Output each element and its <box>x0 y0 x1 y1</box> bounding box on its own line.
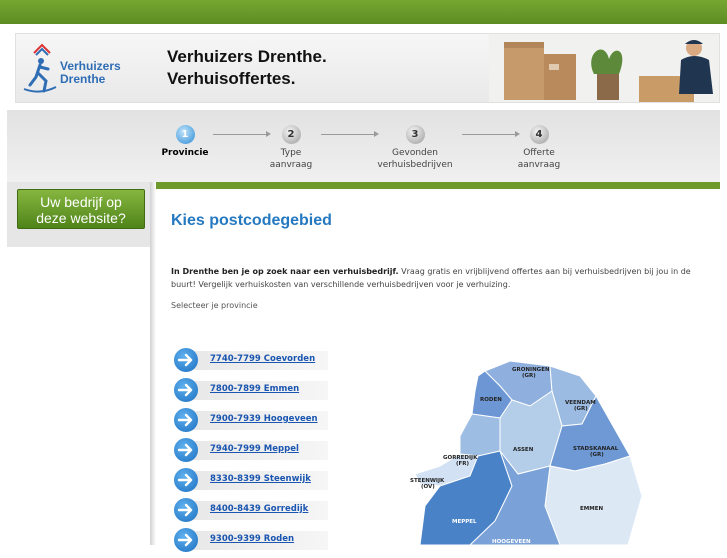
postcode-link[interactable]: 7940-7999 Meppel <box>210 444 299 454</box>
step-3-label-line-1: Gevonden <box>391 148 438 158</box>
arrow-right-icon[interactable] <box>174 348 198 372</box>
step-2-badge: 2 <box>281 125 301 144</box>
postcode-link[interactable]: 9300-9399 Roden <box>210 534 294 544</box>
step-1-label: Provincie <box>161 148 209 158</box>
header-tagline: Verhuizers Drenthe. Verhuisoffertes. <box>167 46 327 90</box>
step-offerte-aanvraag: 4 Offerte aanvraag <box>489 125 589 171</box>
step-4-label-line-2: aanvraag <box>517 160 561 170</box>
postcode-item-roden[interactable]: 9300-9399 Roden <box>174 528 334 552</box>
step-4-badge: 4 <box>529 125 549 144</box>
map-label-roden: RODEN <box>480 397 502 403</box>
progress-steps: 1 Provincie 2 Type aanvraag 3 Gevonden v… <box>7 110 720 182</box>
drenthe-map: GRONINGEN (GR) RODEN VEENDAM (GR) ASSEN … <box>410 360 643 545</box>
postcode-link[interactable]: 7740-7799 Coevorden <box>210 354 315 364</box>
page-title: Kies postcodegebied <box>171 212 332 229</box>
postcode-item-steenwijk[interactable]: 8330-8399 Steenwijk <box>174 468 334 492</box>
content-top-strip <box>155 182 720 189</box>
step-gevonden-verhuisbedrijven: 3 Gevonden verhuisbedrijven <box>365 125 465 171</box>
sidebar-divider <box>150 182 156 545</box>
step-provincie: 1 Provincie <box>135 125 235 159</box>
arrow-right-icon[interactable] <box>174 408 198 432</box>
tagline-line-1: Verhuizers Drenthe. <box>167 47 327 66</box>
map-label-groningen-sub: (GR) <box>522 373 536 379</box>
map-label-stadskanaal-sub: (GR) <box>590 452 604 458</box>
step-type-aanvraag: 2 Type aanvraag <box>241 125 341 171</box>
step-1-badge: 1 <box>175 125 195 144</box>
postcode-item-meppel[interactable]: 7940-7999 Meppel <box>174 438 334 462</box>
arrow-right-icon[interactable] <box>174 378 198 402</box>
map-label-meppel: MEPPEL <box>452 519 477 525</box>
moving-boxes-photo <box>489 34 719 102</box>
step-3-label-line-2: verhuisbedrijven <box>377 160 453 170</box>
site-header: Verhuizers Drenthe Verhuizers Drenthe. V… <box>15 33 720 103</box>
logo[interactable]: Verhuizers Drenthe <box>20 39 130 99</box>
step-3-badge: 3 <box>405 125 425 144</box>
intro-bold: In Drenthe ben je op zoek naar een verhu… <box>171 267 399 276</box>
map-label-veendam-sub: (GR) <box>574 406 588 412</box>
top-bar <box>0 0 727 24</box>
select-province-label: Selecteer je provincie <box>171 301 258 310</box>
postcode-item-gorredijk[interactable]: 8400-8439 Gorredijk <box>174 498 334 522</box>
tagline-line-2: Verhuisoffertes. <box>167 69 296 88</box>
arrow-right-icon[interactable] <box>174 438 198 462</box>
postcode-item-emmen[interactable]: 7800-7899 Emmen <box>174 378 334 402</box>
postcode-link[interactable]: 7900-7939 Hoogeveen <box>210 414 318 424</box>
step-4-label-line-1: Offerte <box>523 148 555 158</box>
advertise-button-line-1: Uw bedrijf op <box>40 194 122 210</box>
advertise-button-line-2: deze website? <box>36 210 126 226</box>
map-region-gorredijk[interactable] <box>459 413 501 457</box>
intro-text: In Drenthe ben je op zoek naar een verhu… <box>171 265 701 291</box>
step-2-label-line-1: Type <box>280 148 302 158</box>
map-label-steenwijk-sub: (OV) <box>421 484 435 490</box>
step-2-label-line-2: aanvraag <box>269 160 313 170</box>
map-label-gorredijk-sub: (FR) <box>456 461 470 467</box>
postcode-list: 7740-7799 Coevorden 7800-7899 Emmen 7900… <box>174 348 334 558</box>
postcode-item-coevorden[interactable]: 7740-7799 Coevorden <box>174 348 334 372</box>
postcode-item-hoogeveen[interactable]: 7900-7939 Hoogeveen <box>174 408 334 432</box>
arrow-right-icon[interactable] <box>174 528 198 552</box>
arrow-right-icon[interactable] <box>174 498 198 522</box>
arrow-right-icon[interactable] <box>174 468 198 492</box>
logo-line-2: Drenthe <box>60 72 106 86</box>
logo-line-1: Verhuizers <box>60 59 121 73</box>
postcode-link[interactable]: 8330-8399 Steenwijk <box>210 474 311 484</box>
mover-logo-icon <box>23 43 57 93</box>
map-label-hoogeveen: HOOGEVEEN <box>492 539 531 545</box>
map-region-emmen[interactable] <box>544 455 643 545</box>
postcode-link[interactable]: 7800-7899 Emmen <box>210 384 299 394</box>
advertise-button[interactable]: Uw bedrijf op deze website? <box>17 189 145 229</box>
map-label-emmen: EMMEN <box>580 506 603 512</box>
logo-text: Verhuizers Drenthe <box>60 60 121 86</box>
map-label-assen: ASSEN <box>513 447 534 453</box>
postcode-link[interactable]: 8400-8439 Gorredijk <box>210 504 308 514</box>
